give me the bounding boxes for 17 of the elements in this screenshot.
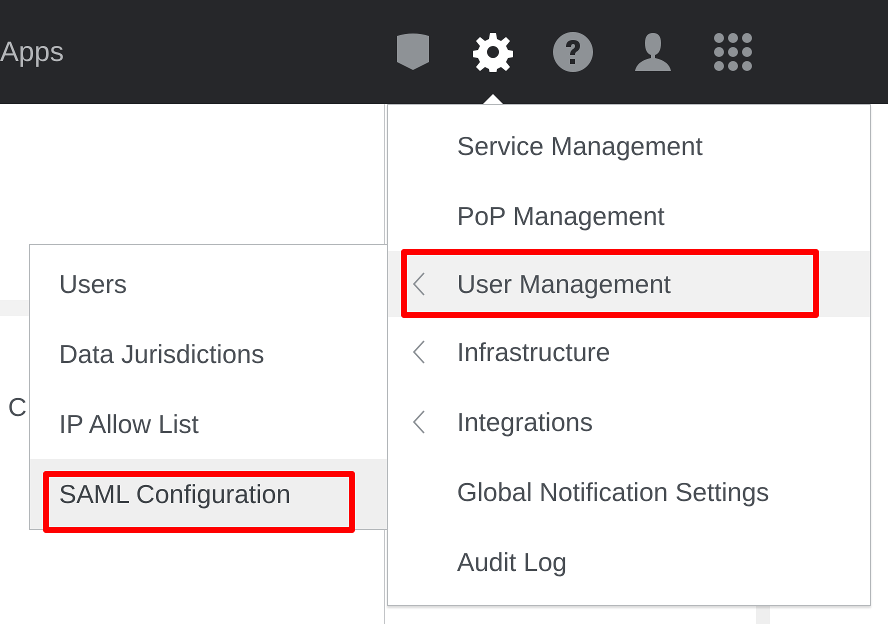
settings-icon[interactable] <box>473 32 513 72</box>
menu-item[interactable]: Users <box>30 249 387 319</box>
menu-item[interactable]: Integrations <box>388 387 870 457</box>
menu-item[interactable]: User Management <box>388 251 870 317</box>
page-text: C <box>8 392 27 423</box>
help-icon[interactable] <box>553 32 593 72</box>
menu-item[interactable]: Audit Log <box>388 527 870 597</box>
apps-grid-icon[interactable] <box>713 32 753 72</box>
menu-item[interactable]: IP Allow List <box>30 389 387 459</box>
menu-item[interactable]: Service Management <box>388 111 870 181</box>
menu-item[interactable]: Data Jurisdictions <box>30 319 387 389</box>
menu-item[interactable]: PoP Management <box>388 181 870 251</box>
menu-item[interactable]: Infrastructure <box>388 317 870 387</box>
user-icon[interactable] <box>633 32 673 72</box>
shield-icon[interactable] <box>395 32 431 72</box>
apps-label[interactable]: Apps <box>0 36 64 68</box>
menu-item[interactable]: Global Notification Settings <box>388 457 870 527</box>
